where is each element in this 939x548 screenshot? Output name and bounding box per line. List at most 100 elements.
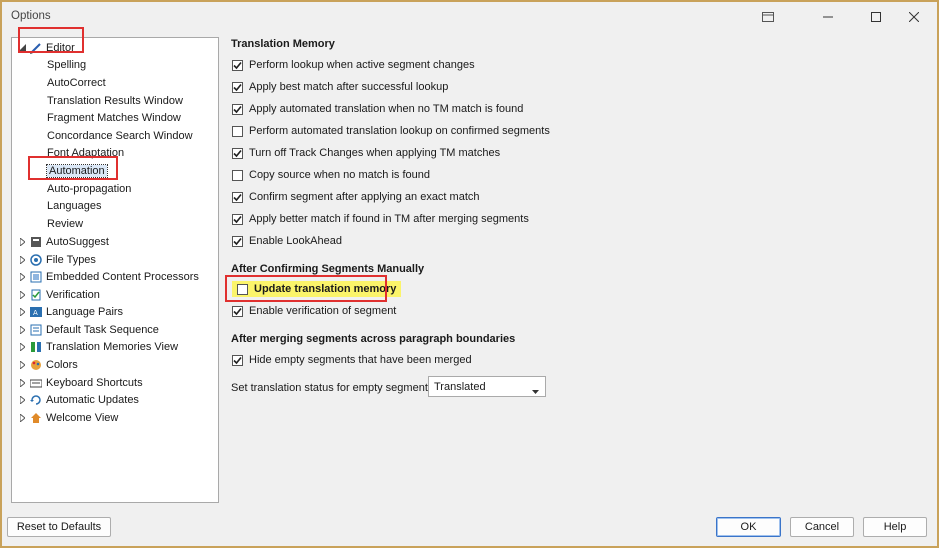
checkbox[interactable]: [232, 103, 243, 115]
option-label: Turn off Track Changes when applying TM …: [249, 147, 501, 159]
keyboard-icon: [30, 377, 42, 389]
language-pairs-icon: A: [30, 306, 42, 318]
checkbox[interactable]: [232, 169, 243, 181]
tree-item-keyboard-shortcuts[interactable]: Keyboard Shortcuts: [18, 374, 143, 391]
tree-item-welcome-view[interactable]: Welcome View: [18, 409, 118, 426]
autosuggest-icon: [30, 236, 42, 248]
tree-item-embedded-content-processors[interactable]: Embedded Content Processors: [18, 268, 199, 285]
tree-item-label: Embedded Content Processors: [46, 270, 199, 283]
tree-item-colors[interactable]: Colors: [18, 356, 78, 373]
tree-item-label: Translation Results Window: [47, 94, 183, 107]
close-icon[interactable]: [900, 7, 928, 27]
tree-item-automation[interactable]: Automation: [46, 162, 108, 179]
tree-item-font-adaptation[interactable]: Font Adaptation: [47, 144, 124, 161]
option-label: Apply best match after successful lookup: [249, 81, 449, 93]
colors-icon: [30, 359, 42, 371]
tree-item-languages[interactable]: Languages: [47, 197, 101, 214]
cancel-button[interactable]: Cancel: [790, 517, 854, 537]
expand-arrow-icon[interactable]: [18, 237, 26, 247]
tree-item-autocorrect[interactable]: AutoCorrect: [47, 74, 106, 91]
tree-item-verification[interactable]: Verification: [18, 286, 100, 303]
tree-item-review[interactable]: Review: [47, 215, 83, 232]
checkbox[interactable]: [232, 81, 243, 93]
file-types-icon: [30, 253, 42, 266]
expand-arrow-icon[interactable]: [18, 378, 26, 388]
expand-arrow-icon[interactable]: [18, 307, 26, 317]
option-tm-7[interactable]: Apply better match if found in TM after …: [232, 211, 529, 227]
pencil-icon: [30, 42, 42, 54]
expand-arrow-icon[interactable]: [18, 272, 26, 282]
option-tm-6[interactable]: Confirm segment after applying an exact …: [232, 189, 480, 205]
tree-item-automatic-updates[interactable]: Automatic Updates: [18, 391, 139, 408]
option-tm-3[interactable]: Perform automated translation lookup on …: [232, 123, 550, 139]
maximize-icon[interactable]: [862, 7, 890, 27]
tree-item-language-pairs[interactable]: A Language Pairs: [18, 303, 123, 320]
tree-item-label: Review: [47, 217, 84, 230]
ok-button[interactable]: OK: [716, 517, 781, 537]
option-tm-5[interactable]: Copy source when no match is found: [232, 167, 430, 183]
checkbox[interactable]: [232, 125, 243, 137]
option-label: Confirm segment after applying an exact …: [249, 191, 480, 203]
tree-item-label: AutoSuggest: [46, 235, 109, 248]
checkbox[interactable]: [232, 147, 243, 159]
option-tm-2[interactable]: Apply automated translation when no TM m…: [232, 101, 523, 117]
option-tm-1[interactable]: Apply best match after successful lookup: [232, 79, 448, 95]
collapse-arrow-icon[interactable]: [18, 43, 26, 53]
checkbox[interactable]: [232, 59, 243, 71]
expand-arrow-icon[interactable]: [18, 325, 26, 335]
expand-arrow-icon[interactable]: [18, 290, 26, 300]
tree-item-label: Automatic Updates: [46, 393, 139, 406]
option-tm-8[interactable]: Enable LookAhead: [232, 233, 342, 249]
option-tm-0[interactable]: Perform lookup when active segment chang…: [232, 57, 475, 73]
expand-arrow-icon[interactable]: [18, 255, 26, 265]
tree-item-spelling[interactable]: Spelling: [47, 56, 86, 73]
minimize-icon[interactable]: [814, 7, 842, 27]
option-hide-empty-segments[interactable]: Hide empty segments that have been merge…: [232, 352, 472, 368]
option-enable-verification[interactable]: Enable verification of segment: [232, 303, 396, 319]
expand-arrow-icon[interactable]: [18, 342, 26, 352]
restore-layout-icon[interactable]: [754, 7, 782, 27]
translation-status-dropdown[interactable]: Translated: [428, 376, 546, 397]
expand-arrow-icon[interactable]: [18, 360, 26, 370]
checkbox[interactable]: [232, 213, 243, 225]
tree-item-default-task-sequence[interactable]: Default Task Sequence: [18, 321, 159, 338]
expand-arrow-icon[interactable]: [18, 395, 26, 405]
expand-arrow-icon[interactable]: [18, 413, 26, 423]
tree-item-concordance-search-window[interactable]: Concordance Search Window: [47, 127, 193, 144]
checkbox[interactable]: [232, 191, 243, 203]
help-button[interactable]: Help: [863, 517, 927, 537]
tree-item-label: Colors: [46, 358, 78, 371]
option-tm-4[interactable]: Turn off Track Changes when applying TM …: [232, 145, 500, 161]
tree-item-label: Concordance Search Window: [47, 129, 193, 142]
window-title: Options: [11, 10, 51, 22]
tree-item-autosuggest[interactable]: AutoSuggest: [18, 233, 109, 250]
home-icon: [30, 412, 42, 424]
tree-item-label: Editor: [46, 41, 75, 54]
tree-item-editor[interactable]: Editor: [18, 39, 75, 56]
tree-item-file-types[interactable]: File Types: [18, 251, 96, 268]
task-sequence-icon: [30, 324, 42, 336]
checkbox[interactable]: [232, 305, 243, 317]
tree-item-translation-memories-view[interactable]: Translation Memories View: [18, 338, 178, 355]
tree-item-label: Automation: [46, 163, 108, 178]
status-label: Set translation status for empty segment…: [231, 382, 449, 394]
option-label: Apply automated translation when no TM m…: [249, 103, 524, 115]
tree-item-auto-propagation[interactable]: Auto-propagation: [47, 180, 131, 197]
tree-item-label: AutoCorrect: [47, 76, 106, 89]
options-tree[interactable]: Editor Spelling AutoCorrect Translation …: [11, 37, 219, 503]
tree-item-label: Font Adaptation: [47, 146, 125, 159]
highlighted-option: Update translation memory: [232, 281, 402, 297]
checkbox[interactable]: [232, 354, 243, 366]
checkbox[interactable]: [237, 283, 248, 295]
tree-item-translation-results-window[interactable]: Translation Results Window: [47, 92, 183, 109]
tree-item-fragment-matches-window[interactable]: Fragment Matches Window: [47, 109, 181, 126]
option-label: Copy source when no match is found: [249, 169, 430, 181]
option-label: Perform automated translation lookup on …: [249, 125, 550, 137]
verification-icon: [30, 289, 42, 301]
tree-item-label: Auto-propagation: [47, 182, 132, 195]
option-update-translation-memory[interactable]: Update translation memory: [232, 281, 402, 297]
chevron-down-icon: [532, 385, 539, 397]
checkbox[interactable]: [232, 235, 243, 247]
reset-to-defaults-button[interactable]: Reset to Defaults: [7, 517, 111, 537]
tree-item-label: Verification: [46, 288, 100, 301]
